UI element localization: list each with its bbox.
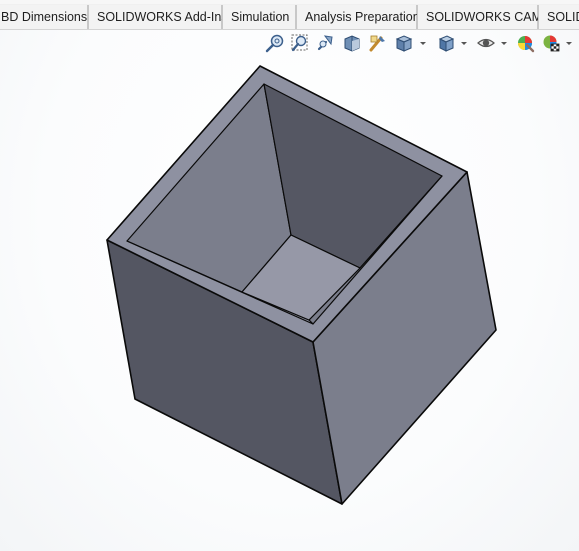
apply-scene-icon[interactable] xyxy=(541,33,561,53)
apply-scene-dropdown-icon[interactable] xyxy=(565,38,573,48)
section-view-icon[interactable] xyxy=(342,33,362,53)
hide-show-items-icon[interactable] xyxy=(476,33,496,53)
view-orientation-dropdown-icon[interactable] xyxy=(419,38,427,48)
zoom-to-fit-icon[interactable] xyxy=(265,33,285,53)
display-style-dropdown-icon[interactable] xyxy=(460,38,468,48)
hide-show-dropdown-icon[interactable] xyxy=(500,38,508,48)
display-style-icon[interactable] xyxy=(436,33,456,53)
dynamic-annotation-views-icon[interactable] xyxy=(368,33,388,53)
view-orientation-icon[interactable] xyxy=(394,33,414,53)
edit-appearance-icon[interactable] xyxy=(515,33,535,53)
zoom-to-area-icon[interactable] xyxy=(290,33,310,53)
previous-view-icon[interactable] xyxy=(316,33,336,53)
3d-model-view[interactable] xyxy=(0,0,579,551)
